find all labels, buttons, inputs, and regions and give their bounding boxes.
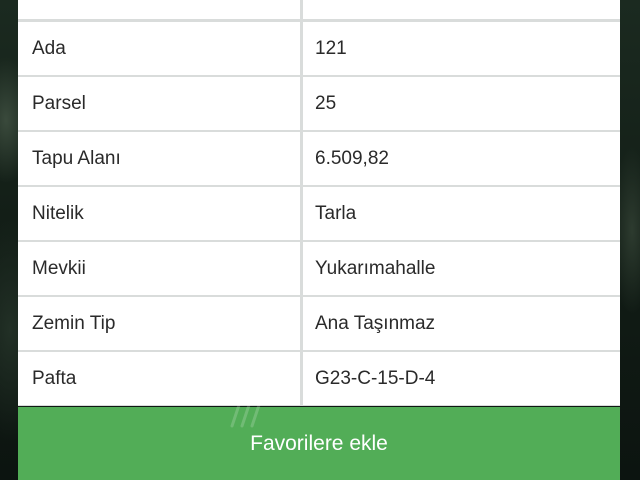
row-label: Mahalle No bbox=[18, 0, 300, 19]
row-value: Tarla bbox=[303, 187, 620, 240]
row-value: 121 bbox=[303, 22, 620, 75]
row-label: Nitelik bbox=[18, 187, 300, 240]
row-value: 166200 bbox=[303, 0, 620, 19]
table-row: Ada 121 bbox=[18, 22, 620, 75]
table-row: Mevkii Yukarımahalle bbox=[18, 242, 620, 295]
row-label: Tapu Alanı bbox=[18, 132, 300, 185]
add-to-favorites-button[interactable]: Favorilere ekle bbox=[18, 407, 620, 480]
row-label: Zemin Tip bbox=[18, 297, 300, 350]
row-value: 6.509,82 bbox=[303, 132, 620, 185]
add-to-favorites-label: Favorilere ekle bbox=[250, 431, 388, 455]
row-label: Parsel bbox=[18, 77, 300, 130]
table-row: Parsel 25 bbox=[18, 77, 620, 130]
row-label: Pafta bbox=[18, 352, 300, 405]
table-row: Zemin Tip Ana Taşınmaz bbox=[18, 297, 620, 350]
row-label: Mevkii bbox=[18, 242, 300, 295]
table-row: Pafta G23-C-15-D-4 bbox=[18, 352, 620, 405]
table-row: Nitelik Tarla bbox=[18, 187, 620, 240]
row-value: G23-C-15-D-4 bbox=[303, 352, 620, 405]
parcel-info-table: Mahalle No 166200 Ada 121 Parsel 25 Tapu… bbox=[18, 0, 620, 406]
row-label: Ada bbox=[18, 22, 300, 75]
row-value: 25 bbox=[303, 77, 620, 130]
table-row: Mahalle No 166200 bbox=[18, 0, 620, 19]
table-row: Tapu Alanı 6.509,82 bbox=[18, 132, 620, 185]
row-value: Yukarımahalle bbox=[303, 242, 620, 295]
row-value: Ana Taşınmaz bbox=[303, 297, 620, 350]
